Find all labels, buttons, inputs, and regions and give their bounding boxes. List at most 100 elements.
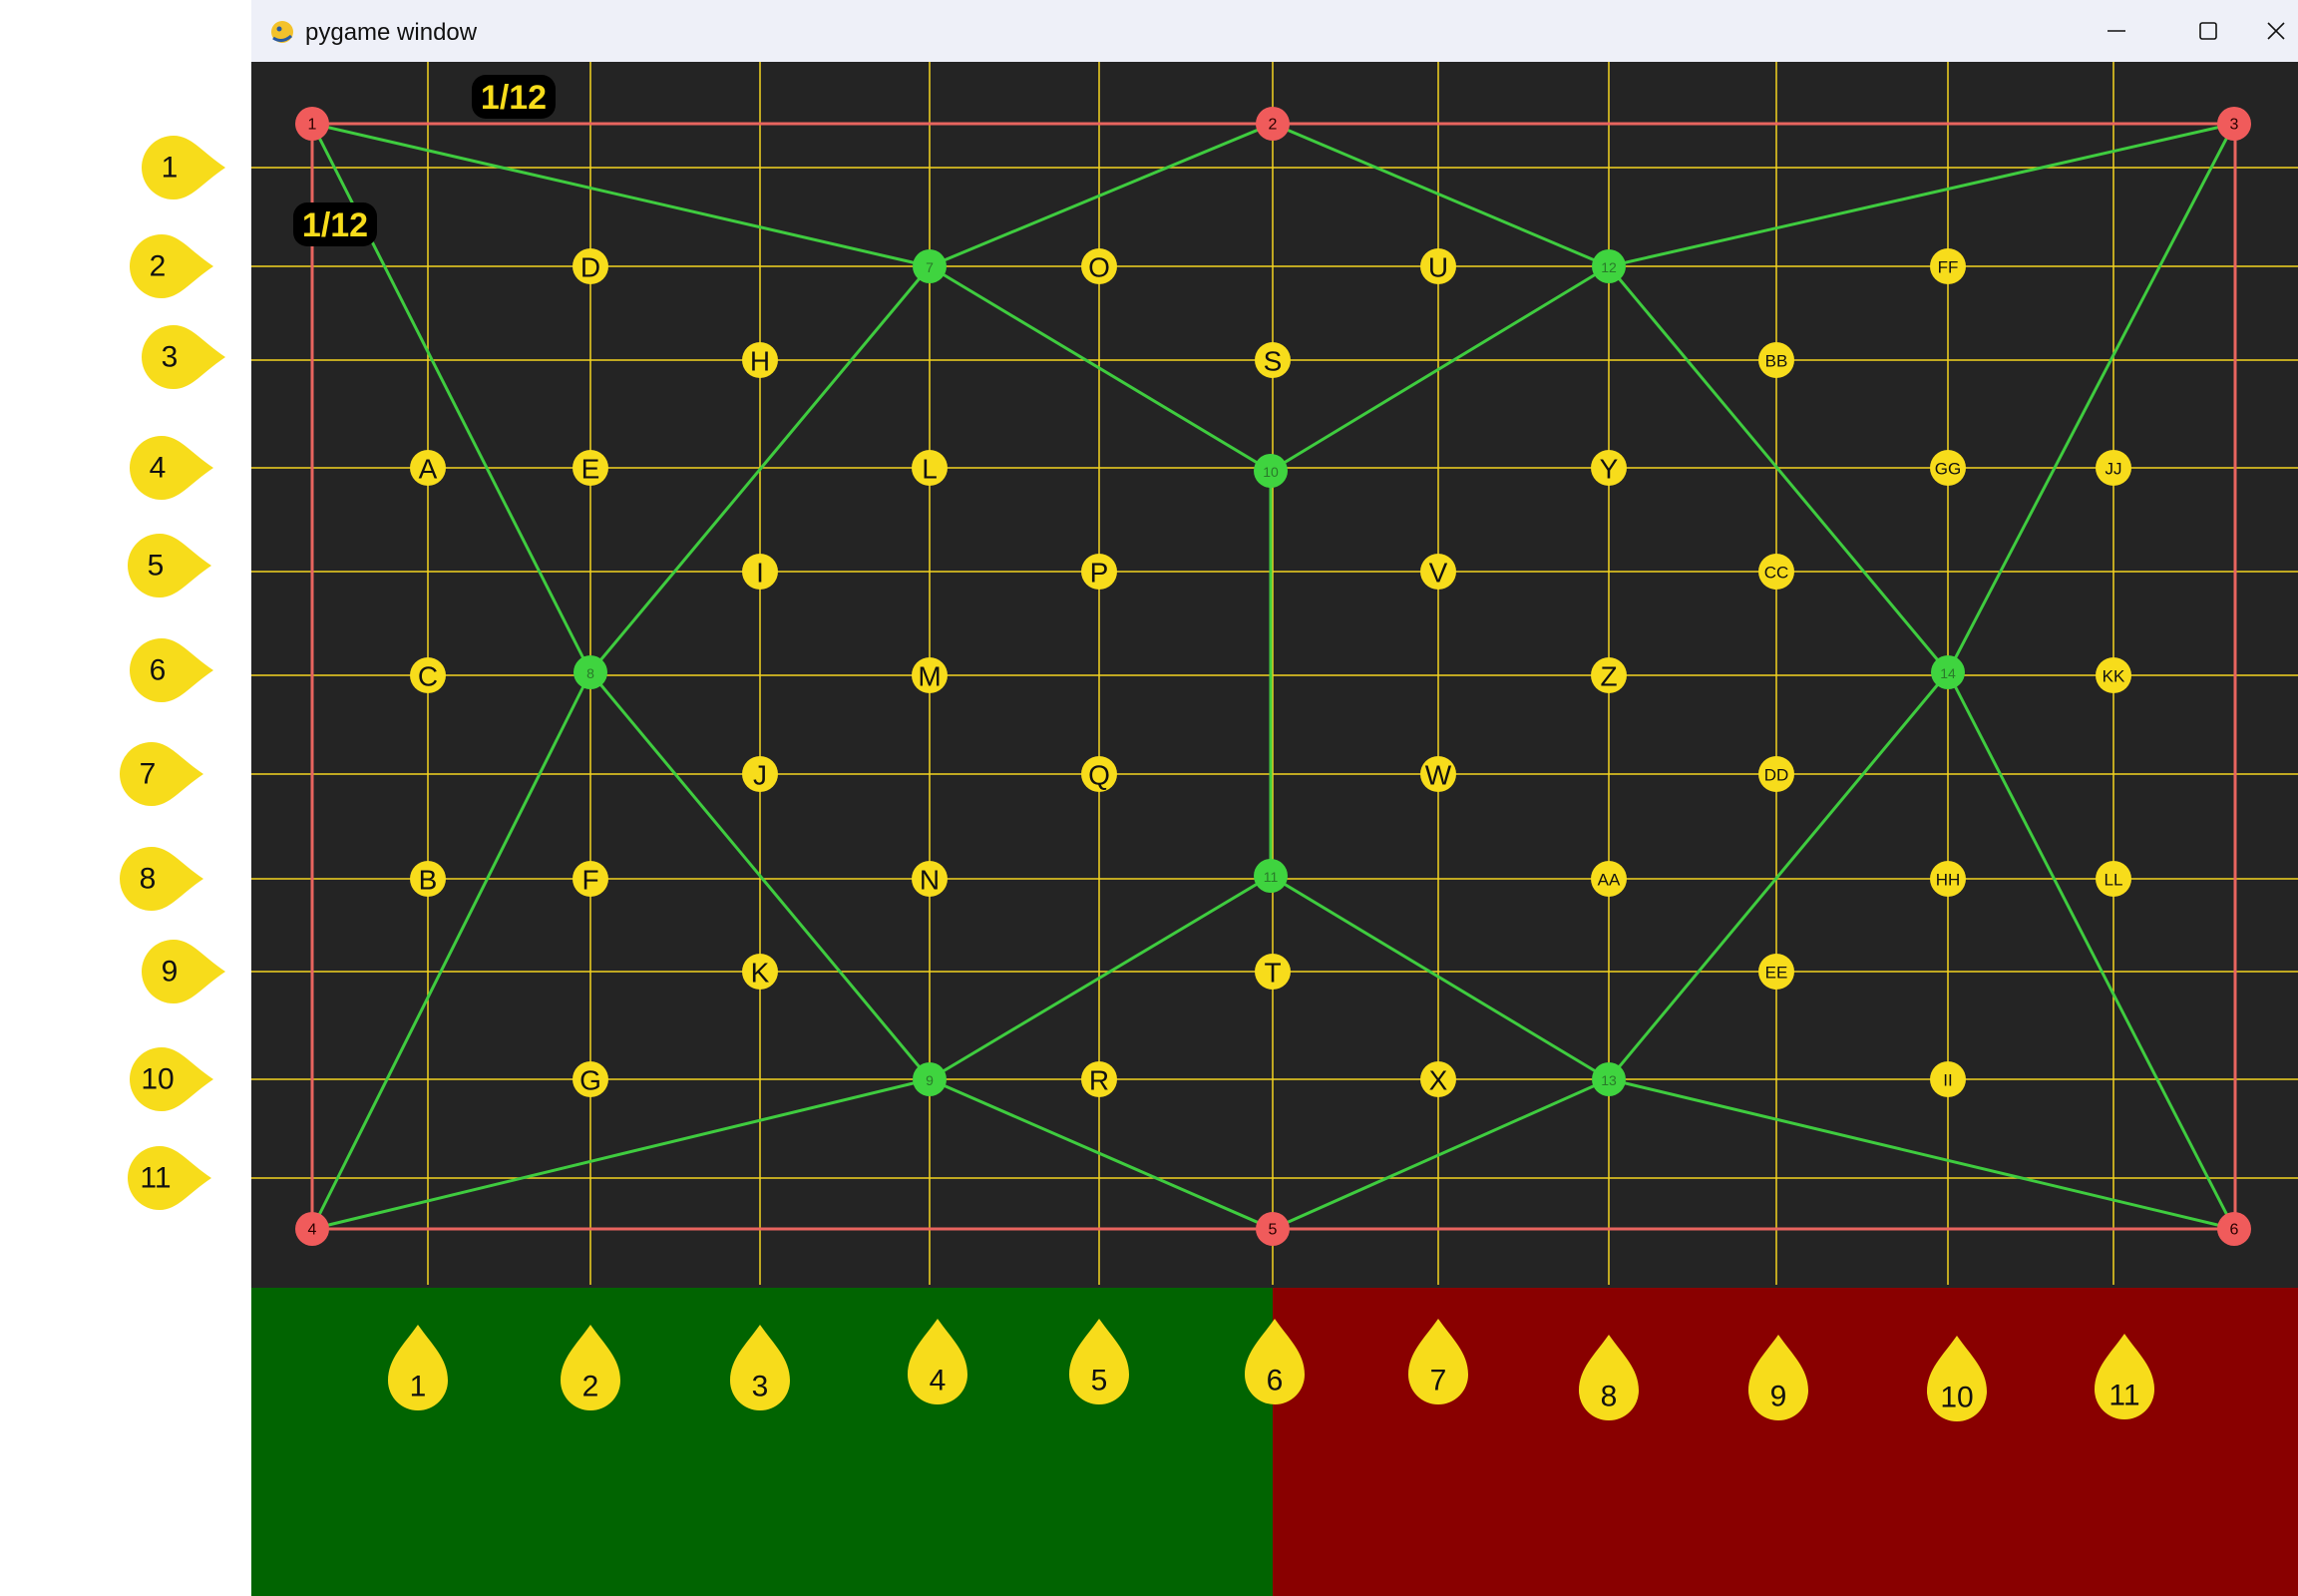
green-node-label-7: 7 (926, 259, 934, 275)
column-marker-7-label: 7 (1430, 1365, 1447, 1397)
node-label-l: L (922, 454, 938, 485)
node-label-z: Z (1600, 661, 1617, 692)
green-node-label-8: 8 (586, 665, 594, 681)
row-marker-7-label: 7 (140, 758, 157, 791)
column-marker-1-label: 1 (410, 1371, 427, 1403)
badge-text-2: 1/12 (302, 206, 368, 244)
edge-7-10 (929, 264, 1272, 473)
node-label-jj: JJ (2106, 460, 2122, 479)
node-label-y: Y (1600, 454, 1619, 485)
edge-12-14 (1607, 265, 1950, 673)
node-label-kk: KK (2103, 667, 2125, 686)
row-marker-10-label: 10 (141, 1063, 174, 1096)
corner-node-label-6: 6 (2230, 1222, 2239, 1239)
node-label-d: D (580, 252, 600, 283)
node-label-p: P (1090, 558, 1109, 589)
row-marker-6-label: 6 (150, 654, 167, 687)
edge-13-6 (1608, 1077, 2235, 1231)
node-label-s: S (1264, 346, 1283, 377)
node-label-x: X (1429, 1065, 1448, 1096)
row-marker-5[interactable] (128, 534, 211, 598)
node-label-t: T (1264, 958, 1281, 989)
row-marker-6[interactable] (130, 638, 213, 702)
green-node-label-10: 10 (1263, 464, 1279, 480)
column-marker-4-label: 4 (930, 1365, 947, 1397)
green-node-label-13: 13 (1601, 1072, 1617, 1088)
node-label-hh: HH (1936, 871, 1961, 890)
row-marker-11-label: 11 (140, 1162, 171, 1195)
edge-3-14 (1946, 123, 2236, 673)
edge-14-6 (1946, 671, 2236, 1230)
edge-14-13 (1607, 671, 1950, 1080)
row-marker-3-label: 3 (162, 341, 179, 374)
row-marker-3[interactable] (142, 325, 225, 389)
row-marker-4-label: 4 (150, 452, 167, 485)
corner-node-label-3: 3 (2230, 117, 2239, 134)
node-label-a: A (419, 454, 438, 485)
node-label-c: C (418, 661, 438, 692)
node-label-cc: CC (1764, 564, 1789, 583)
node-label-k: K (751, 958, 770, 989)
row-marker-9[interactable] (142, 940, 225, 1003)
node-label-o: O (1088, 252, 1110, 283)
edge-10-12 (1270, 264, 1610, 473)
node-label-g: G (579, 1065, 601, 1096)
node-label-m: M (918, 661, 941, 692)
edge-9-5 (929, 1077, 1274, 1231)
node-label-ff: FF (1938, 258, 1959, 277)
green-node-label-11: 11 (1264, 869, 1279, 885)
edge-11-13 (1270, 874, 1610, 1081)
corner-node-label-2: 2 (1269, 117, 1278, 134)
column-marker-3-label: 3 (752, 1371, 769, 1403)
green-node-label-14: 14 (1940, 665, 1956, 681)
edge-1-7 (311, 122, 931, 268)
edge-12-3 (1608, 122, 2235, 268)
node-label-q: Q (1088, 760, 1110, 791)
row-marker-1[interactable] (142, 136, 225, 200)
row-marker-8[interactable] (120, 847, 203, 911)
column-marker-9-label: 9 (1770, 1381, 1787, 1413)
node-label-r: R (1089, 1065, 1109, 1096)
edge-2-12 (1272, 122, 1610, 268)
corner-node-label-4: 4 (308, 1222, 317, 1239)
badge-text-1: 1/12 (481, 79, 547, 117)
node-label-w: W (1425, 760, 1452, 791)
node-label-j: J (753, 760, 767, 791)
row-marker-7[interactable] (120, 742, 203, 806)
node-label-gg: GG (1935, 460, 1961, 479)
green-node-label-9: 9 (926, 1072, 934, 1088)
corner-node-label-5: 5 (1269, 1222, 1278, 1239)
column-marker-6-label: 6 (1267, 1365, 1284, 1397)
column-marker-8-label: 8 (1601, 1381, 1618, 1413)
node-label-ee: EE (1765, 964, 1788, 983)
column-marker-2-label: 2 (582, 1371, 599, 1403)
node-label-f: F (581, 865, 598, 896)
row-marker-8-label: 8 (140, 863, 157, 896)
node-label-bb: BB (1765, 352, 1788, 371)
node-label-b: B (419, 865, 438, 896)
node-label-n: N (920, 865, 940, 896)
row-marker-2[interactable] (130, 234, 213, 298)
edge-7-2 (929, 122, 1274, 268)
row-marker-1-label: 1 (162, 152, 179, 185)
node-label-aa: AA (1598, 871, 1621, 890)
row-marker-2-label: 2 (150, 250, 167, 283)
corner-node-label-1: 1 (308, 117, 317, 134)
board-overlay[interactable]: A B C D E F G H I J K L M N O P Q R S T U V W X Y Z AA BB CC DD EE FF GG… (0, 0, 2298, 1596)
node-label-e: E (581, 454, 600, 485)
row-marker-5-label: 5 (148, 550, 165, 583)
node-label-ll: LL (2105, 871, 2123, 890)
node-label-h: H (750, 346, 770, 377)
edge-9-11 (929, 874, 1272, 1081)
edge-5-13 (1272, 1077, 1610, 1231)
node-label-i: I (756, 558, 764, 589)
column-marker-10-label: 10 (1940, 1382, 1973, 1414)
node-label-u: U (1428, 252, 1448, 283)
edge-8-4 (310, 671, 592, 1230)
row-marker-4[interactable] (130, 436, 213, 500)
node-label-dd: DD (1764, 766, 1789, 785)
edge-4-9 (311, 1077, 931, 1231)
node-label-v: V (1429, 558, 1448, 589)
column-marker-5-label: 5 (1091, 1365, 1108, 1397)
green-node-label-12: 12 (1601, 259, 1617, 275)
